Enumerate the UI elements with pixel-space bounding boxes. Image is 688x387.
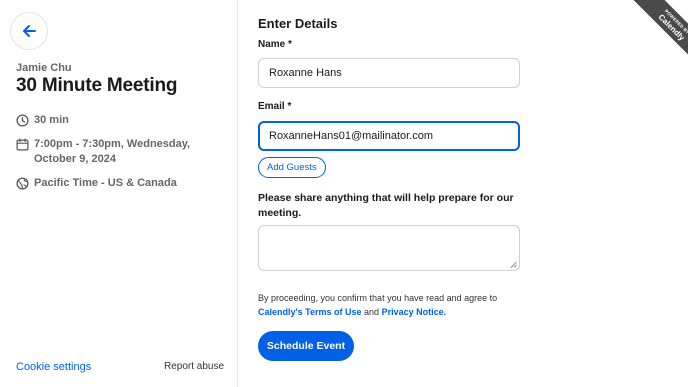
consent-text: By proceeding, you confirm that you have… (258, 291, 558, 319)
cookie-settings-link[interactable]: Cookie settings (16, 361, 91, 373)
clock-icon (16, 114, 29, 127)
notes-textarea[interactable] (258, 225, 520, 271)
consent-prefix: By proceeding, you confirm that you have… (258, 293, 498, 303)
event-title: 30 Minute Meeting (16, 75, 178, 96)
datetime-text: 7:00pm - 7:30pm, Wednesday, October 9, 2… (34, 138, 191, 165)
duration-text: 30 min (34, 114, 69, 126)
add-guests-button[interactable]: Add Guests (258, 157, 326, 178)
back-button[interactable] (10, 12, 48, 50)
name-label: Name * (258, 39, 292, 50)
arrow-left-icon (23, 25, 36, 37)
consent-and: and (364, 307, 380, 317)
name-input[interactable]: Roxanne Hans (258, 58, 520, 88)
form-title: Enter Details (258, 16, 338, 31)
timezone-row: Pacific Time - US & Canada (16, 176, 177, 191)
event-info-panel: Jamie Chu 30 Minute Meeting 30 min 7:00p… (0, 0, 238, 387)
email-input[interactable]: RoxanneHans01@mailinator.com (258, 121, 520, 151)
calendar-icon (16, 138, 29, 151)
duration-row: 30 min (16, 113, 69, 128)
report-abuse-link[interactable]: Report abuse (164, 361, 224, 372)
email-label: Email * (258, 101, 292, 112)
notes-label: Please share anything that will help pre… (258, 192, 514, 219)
host-name: Jamie Chu (16, 62, 72, 74)
datetime-row: 7:00pm - 7:30pm, Wednesday, October 9, 2… (16, 137, 199, 167)
privacy-notice-link[interactable]: Privacy Notice. (382, 307, 447, 317)
powered-by-calendly-badge[interactable]: POWERED BY Calendly (618, 0, 688, 70)
timezone-text: Pacific Time - US & Canada (34, 177, 177, 189)
globe-icon (16, 177, 29, 190)
terms-of-use-link[interactable]: Calendly's Terms of Use (258, 307, 362, 317)
resize-grip-icon[interactable] (510, 261, 517, 268)
schedule-event-button[interactable]: Schedule Event (258, 331, 354, 361)
calendly-ribbon[interactable]: POWERED BY Calendly (630, 0, 688, 69)
